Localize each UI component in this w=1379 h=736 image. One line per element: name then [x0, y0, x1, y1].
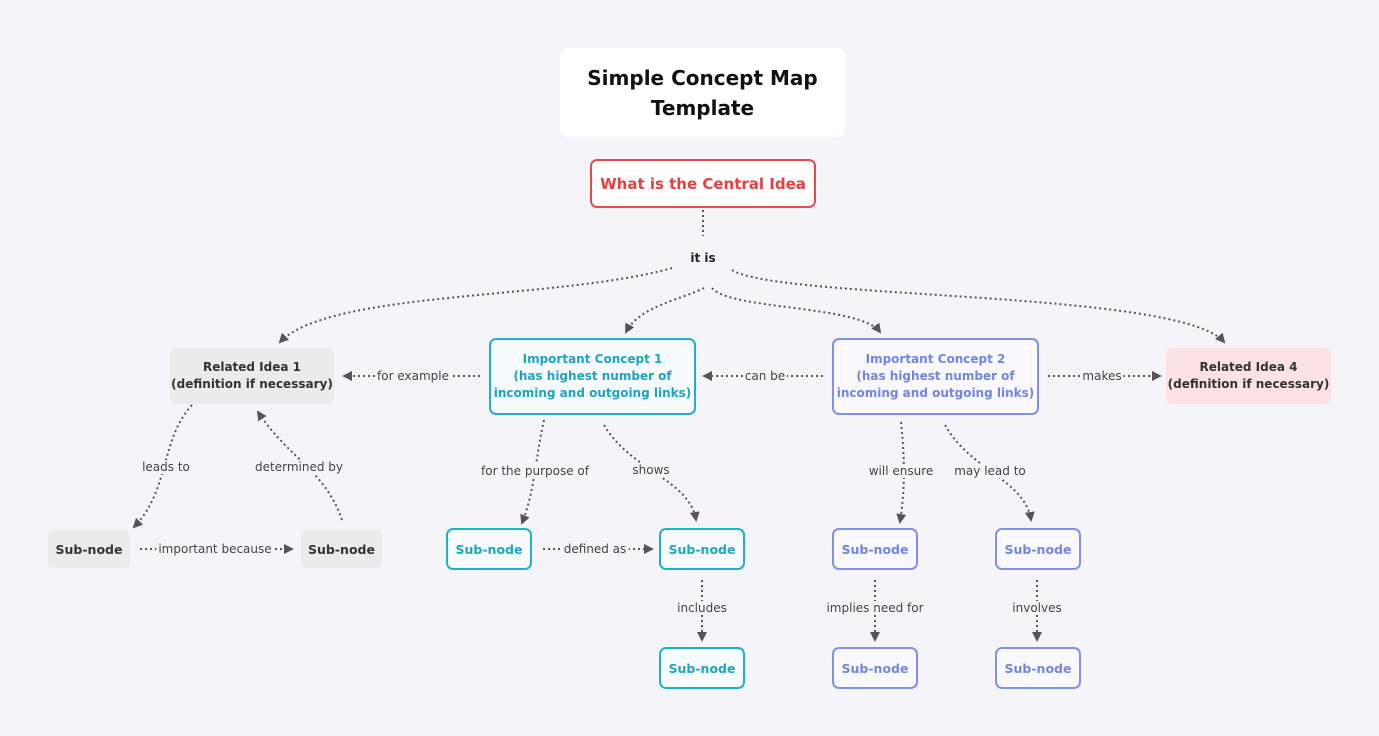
- link-label-leads-to: leads to: [140, 460, 192, 474]
- link-label-includes: includes: [675, 601, 729, 615]
- link-label-may-lead-to: may lead to: [952, 464, 1028, 478]
- related-idea-4-node[interactable]: Related Idea 4 (definition if necessary): [1166, 348, 1331, 404]
- link-label-shows: shows: [630, 463, 672, 477]
- link-label-for-example: for example: [375, 369, 451, 383]
- link-label-involves: involves: [1010, 601, 1064, 615]
- sub-node[interactable]: Sub-node: [832, 647, 918, 689]
- link-label-it-is: it is: [688, 251, 718, 265]
- sub-node[interactable]: Sub-node: [659, 647, 745, 689]
- link-label-defined-as: defined as: [561, 542, 629, 556]
- sub-node[interactable]: Sub-node: [48, 530, 130, 568]
- related-idea-1-node[interactable]: Related Idea 1 (definition if necessary): [170, 348, 334, 404]
- sub-node[interactable]: Sub-node: [301, 530, 382, 568]
- sub-node[interactable]: Sub-node: [659, 528, 745, 570]
- link-label-implies-need-for: implies need for: [824, 601, 926, 615]
- central-idea-node[interactable]: What is the Central Idea: [590, 159, 816, 208]
- link-label-for-the-purpose-of: for the purpose of: [479, 464, 591, 478]
- map-title: Simple Concept Map Template: [560, 48, 845, 137]
- link-label-can-be: can be: [742, 369, 788, 383]
- link-label-makes: makes: [1080, 369, 1124, 383]
- link-label-important-because: important because: [156, 542, 274, 556]
- important-concept-2-node[interactable]: Important Concept 2 (has highest number …: [832, 338, 1039, 415]
- link-itis-to-concept1: [625, 287, 705, 334]
- sub-node[interactable]: Sub-node: [995, 528, 1081, 570]
- sub-node[interactable]: Sub-node: [995, 647, 1081, 689]
- important-concept-1-node[interactable]: Important Concept 1 (has highest number …: [489, 338, 696, 415]
- link-itis-to-related1: [278, 267, 673, 344]
- link-itis-to-related4: [731, 269, 1226, 344]
- link-itis-to-concept2: [711, 287, 882, 334]
- link-label-will-ensure: will ensure: [866, 464, 936, 478]
- sub-node[interactable]: Sub-node: [446, 528, 532, 570]
- link-label-determined-by: determined by: [253, 460, 345, 474]
- sub-node[interactable]: Sub-node: [832, 528, 918, 570]
